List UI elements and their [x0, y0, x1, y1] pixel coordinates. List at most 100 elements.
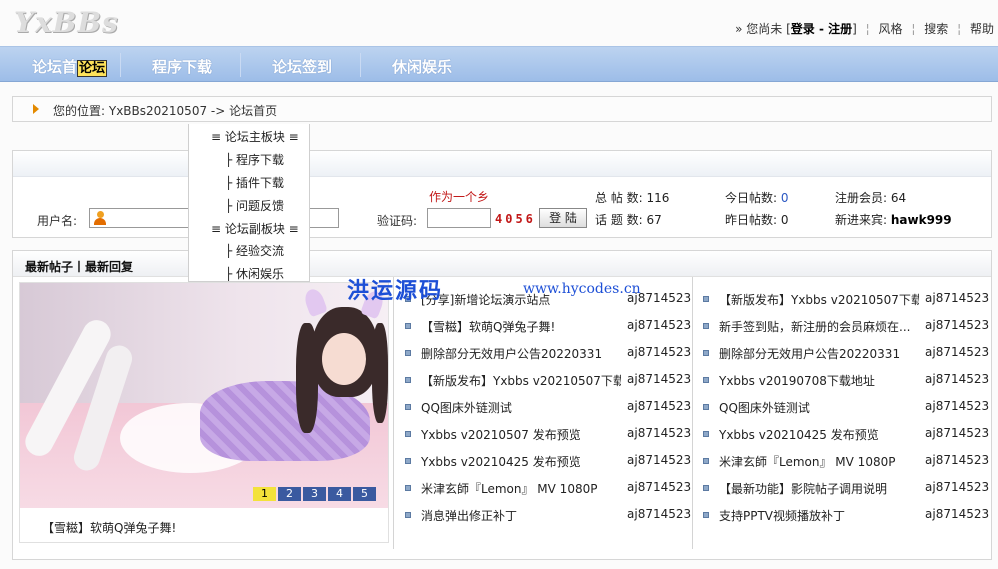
post-author-link[interactable]: aj8714523 [627, 372, 691, 386]
post-title-link[interactable]: 米津玄師『Lemon』 MV 1080P [719, 453, 919, 470]
help-link[interactable]: 帮助 [970, 22, 994, 36]
stat-today: 今日帖数: 0 [725, 189, 789, 206]
column-divider [692, 277, 693, 549]
bullet-icon [703, 350, 709, 356]
nav-item-leisure[interactable]: 休闲娱乐 [392, 56, 452, 77]
post-title-link[interactable]: 【新版发布】Yxbbs v20210507下载... [719, 291, 919, 308]
post-author-link[interactable]: aj8714523 [627, 426, 691, 440]
post-title-link[interactable]: 新手签到贴，新注册的会员麻烦在... [719, 318, 919, 335]
login-dash: - [814, 22, 829, 36]
pager-4[interactable]: 4 [328, 487, 351, 501]
featured-caption[interactable]: 【雪糍】软萌Q弹兔子舞! [42, 519, 176, 536]
post-title-link[interactable]: 删除部分无效用户公告20220331 [719, 345, 919, 362]
post-title-link[interactable]: 删除部分无效用户公告20220331 [421, 345, 621, 362]
bullet-icon [703, 431, 709, 437]
post-author-link[interactable]: aj8714523 [925, 345, 989, 359]
stat-value: 0 [780, 191, 789, 205]
stat-topics: 话 题 数: 67 [595, 211, 662, 228]
post-author-link[interactable]: aj8714523 [627, 453, 691, 467]
search-link[interactable]: 搜索 [924, 22, 948, 36]
post-author-link[interactable]: aj8714523 [925, 507, 989, 521]
nav-item-downloads[interactable]: 程序下载 [152, 56, 212, 77]
latest-posts-panel: 最新帖子丨最新回复 洪运源码 www.hycodes.cn 1 2 3 4 5 … [12, 250, 992, 560]
bullet-icon [703, 404, 709, 410]
breadcrumb: 您的位置: YxBBs20210507 -> 论坛首页 [12, 96, 992, 122]
post-title-link[interactable]: 【最新功能】影院帖子调用说明 [719, 480, 919, 497]
arrow-right-icon [33, 104, 39, 114]
post-title-link[interactable]: 消息弹出修正补丁 [421, 507, 621, 524]
stat-label: 话 题 数: [595, 213, 643, 227]
captcha-input[interactable] [427, 208, 491, 228]
post-title-link[interactable]: Yxbbs v20210507 发布预览 [421, 426, 621, 443]
nav-item-checkin[interactable]: 论坛签到 [272, 56, 332, 77]
post-title-link[interactable]: QQ图床外链测试 [421, 399, 621, 416]
nav-item-home[interactable]: 论坛首 论坛 [32, 56, 108, 77]
post-author-link[interactable]: aj8714523 [627, 399, 691, 413]
pager-3[interactable]: 3 [303, 487, 326, 501]
captcha-label: 验证码: [377, 214, 418, 228]
dropdown-item-experience[interactable]: ├ 经验交流 [225, 242, 284, 259]
post-author-link[interactable]: aj8714523 [925, 372, 989, 386]
newest-member-link[interactable]: hawk999 [891, 213, 952, 227]
login-button[interactable]: 登 陆 [539, 208, 587, 228]
dropdown-item-plugins[interactable]: ├ 插件下载 [225, 174, 284, 191]
post-author-link[interactable]: aj8714523 [925, 399, 989, 413]
nav-home-label: 论坛首 [32, 58, 78, 76]
dropdown-item-leisure[interactable]: ├ 休闲娱乐 [225, 265, 284, 282]
post-title-link[interactable]: 【新版发布】Yxbbs v20210507下载... [421, 372, 621, 389]
post-author-link[interactable]: aj8714523 [925, 318, 989, 332]
post-author-link[interactable]: aj8714523 [925, 453, 989, 467]
slideshow-pager: 1 2 3 4 5 [253, 487, 376, 501]
pager-2[interactable]: 2 [278, 487, 301, 501]
featured-image[interactable]: 1 2 3 4 5 [20, 283, 388, 508]
bullet-icon [405, 458, 411, 464]
post-author-link[interactable]: aj8714523 [627, 345, 691, 359]
post-title-link[interactable]: Yxbbs v20210425 发布预览 [719, 426, 919, 443]
dropdown-group-sub: ≡ 论坛副板块 ≡ [211, 222, 299, 236]
bullet-icon [405, 377, 411, 383]
login-panel: 用户名: 验证码: 4056 作为一个乡 登 陆 总 帖 数: 116 话 题 … [12, 150, 992, 238]
pager-5[interactable]: 5 [353, 487, 376, 501]
stat-value: 0 [780, 213, 789, 227]
nav-home-highlight: 论坛 [77, 60, 108, 77]
dropdown-item-downloads[interactable]: ├ 程序下载 [225, 151, 284, 168]
stat-value: 64 [890, 191, 907, 205]
stat-total-posts: 总 帖 数: 116 [595, 189, 669, 206]
nav-divider [120, 53, 121, 77]
bullet-icon [703, 512, 709, 518]
stat-newest: 新进来宾: hawk999 [835, 211, 952, 228]
post-author-link[interactable]: aj8714523 [925, 291, 989, 305]
post-title-link[interactable]: 【雪糍】软萌Q弹兔子舞! [421, 318, 621, 335]
username-label: 用户名: [37, 214, 78, 228]
pager-1[interactable]: 1 [253, 487, 276, 501]
stat-yesterday: 昨日帖数: 0 [725, 211, 789, 228]
post-author-link[interactable]: aj8714523 [627, 507, 691, 521]
latest-header: 最新帖子丨最新回复 [13, 251, 991, 277]
login-link[interactable]: 登录 [791, 22, 815, 36]
post-title-link[interactable]: 支持PPTV视频播放补丁 [719, 507, 919, 524]
post-author-link[interactable]: aj8714523 [627, 480, 691, 494]
site-logo[interactable]: YxBBs [14, 6, 119, 39]
login-suffix: ] [852, 22, 857, 36]
captcha-image[interactable]: 4056 [495, 212, 536, 226]
bullet-icon [405, 512, 411, 518]
bullet-icon [405, 404, 411, 410]
post-title-link[interactable]: Yxbbs v20210425 发布预览 [421, 453, 621, 470]
watermark-url: www.hycodes.cn [523, 281, 641, 297]
post-author-link[interactable]: aj8714523 [925, 480, 989, 494]
login-prefix: » 您尚未 [ [735, 22, 791, 36]
dropdown-item-feedback[interactable]: ├ 问题反馈 [225, 197, 284, 214]
post-author-link[interactable]: aj8714523 [925, 426, 989, 440]
post-author-link[interactable]: aj8714523 [627, 318, 691, 332]
stat-label: 今日帖数: [725, 191, 778, 205]
post-title-link[interactable]: QQ图床外链测试 [719, 399, 919, 416]
post-title-link[interactable]: 米津玄師『Lemon』 MV 1080P [421, 480, 621, 497]
bullet-icon [703, 377, 709, 383]
register-link[interactable]: 注册 [828, 22, 852, 36]
bullet-icon [703, 296, 709, 302]
divider: ¦ [911, 22, 916, 36]
style-link[interactable]: 风格 [879, 22, 903, 36]
latest-title[interactable]: 最新帖子丨最新回复 [25, 258, 133, 275]
featured-slideshow: 1 2 3 4 5 【雪糍】软萌Q弹兔子舞! [19, 282, 389, 543]
post-title-link[interactable]: Yxbbs v20190708下载地址 [719, 372, 919, 389]
